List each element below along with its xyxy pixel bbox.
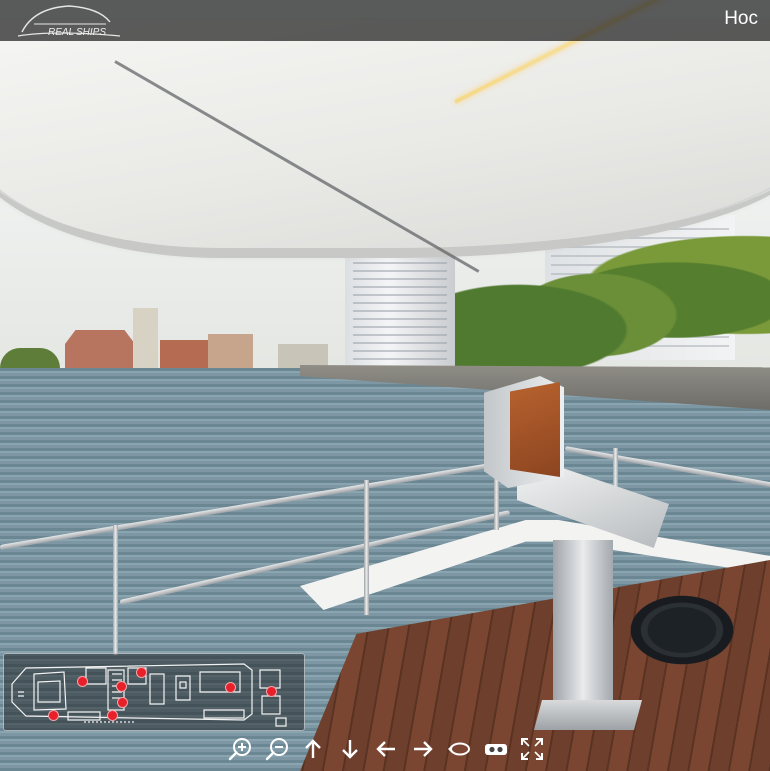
autorotate-button[interactable] xyxy=(444,734,474,764)
arrow-up-icon xyxy=(305,739,321,758)
canopy-rim xyxy=(0,20,770,258)
move-right-button[interactable] xyxy=(408,734,438,764)
realships-logo-icon[interactable]: REAL SHIPS xyxy=(14,2,124,40)
floorplan-marker[interactable] xyxy=(107,710,118,721)
move-down-button[interactable] xyxy=(335,734,365,764)
move-left-button[interactable] xyxy=(371,734,401,764)
zoom-in-button[interactable] xyxy=(225,734,255,764)
room-title: Нос xyxy=(724,8,758,29)
arrow-down-icon xyxy=(341,740,358,759)
floorplan-marker[interactable] xyxy=(136,667,147,678)
zoom-out-button[interactable] xyxy=(262,734,292,764)
zoom-in-icon xyxy=(228,738,251,761)
floor-plan-minimap[interactable] xyxy=(3,653,305,731)
vr-button[interactable] xyxy=(481,734,511,764)
railing-post xyxy=(364,480,369,615)
navigation-controls xyxy=(225,733,547,765)
mooring-rope xyxy=(622,590,742,670)
zoom-out-icon xyxy=(265,738,288,761)
riverside-buildings xyxy=(0,300,328,370)
arrow-right-icon xyxy=(413,741,433,757)
floorplan-marker[interactable] xyxy=(117,697,128,708)
svg-text:SHIPS: SHIPS xyxy=(76,27,106,38)
svg-text:REAL: REAL xyxy=(48,27,74,38)
helm-console-base xyxy=(533,700,643,730)
fullscreen-icon xyxy=(521,738,543,760)
floorplan-marker[interactable] xyxy=(48,710,59,721)
helm-lid-wood xyxy=(510,382,560,477)
floorplan-marker[interactable] xyxy=(225,682,236,693)
arrow-left-icon xyxy=(376,741,395,757)
vr-headset-icon xyxy=(484,744,507,755)
top-bar: REAL SHIPS Нос xyxy=(0,0,770,41)
rotate-icon xyxy=(448,742,470,756)
floorplan-marker[interactable] xyxy=(116,681,127,692)
fullscreen-button[interactable] xyxy=(517,734,547,764)
floorplan-marker[interactable] xyxy=(266,686,277,697)
move-up-button[interactable] xyxy=(298,734,328,764)
floorplan-marker[interactable] xyxy=(77,676,88,687)
railing-post xyxy=(113,525,118,655)
